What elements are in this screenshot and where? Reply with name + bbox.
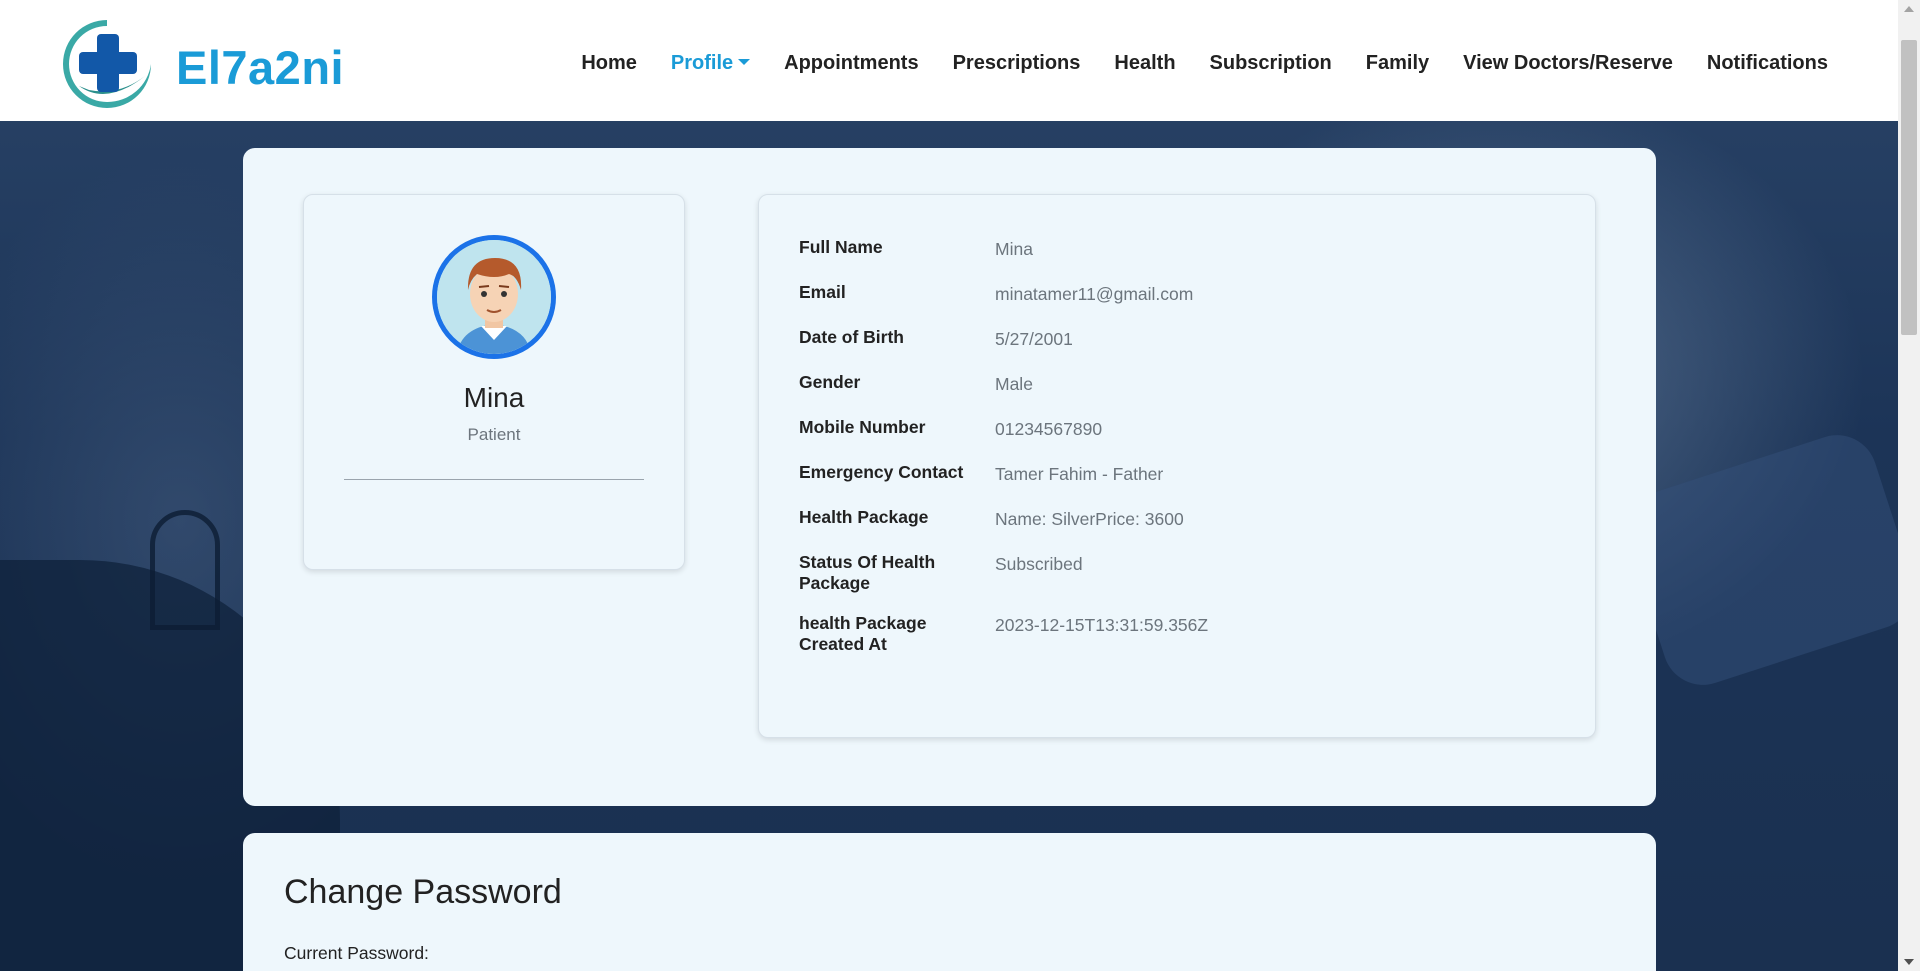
change-password-section: Change Password Current Password:: [243, 833, 1656, 971]
change-password-title: Change Password: [284, 873, 562, 911]
profile-details-card: Full Name Mina Email minatamer11@gmail.c…: [758, 194, 1596, 738]
scroll-up-icon[interactable]: [1904, 6, 1914, 12]
detail-value: Tamer Fahim - Father: [995, 464, 1164, 484]
scroll-down-icon[interactable]: [1904, 959, 1914, 965]
detail-label: Email: [799, 282, 846, 302]
background-handle-shape: [150, 510, 220, 630]
current-password-label: Current Password:: [284, 943, 429, 963]
detail-value: 01234567890: [995, 419, 1103, 439]
profile-name: Mina: [463, 382, 525, 413]
profile-role: Patient: [467, 425, 521, 444]
detail-label: Mobile Number: [799, 417, 926, 437]
scrollbar-thumb[interactable]: [1901, 40, 1917, 335]
detail-value: 5/27/2001: [995, 329, 1073, 349]
main-nav: Home Profile Appointments Prescriptions …: [581, 52, 1828, 75]
nav-appointments[interactable]: Appointments: [784, 52, 918, 75]
nav-health[interactable]: Health: [1114, 52, 1175, 75]
detail-value: minatamer11@gmail.com: [995, 284, 1194, 304]
detail-label: Full Name: [799, 237, 883, 257]
detail-label: Health Package: [799, 507, 929, 527]
detail-label: Emergency Contact: [799, 462, 964, 482]
brand-name[interactable]: El7a2ni: [176, 40, 344, 95]
detail-label: Date of Birth: [799, 327, 904, 347]
detail-value: Mina: [995, 239, 1033, 259]
detail-label: health Package Created At: [799, 613, 927, 654]
nav-profile-label: Profile: [670, 52, 734, 74]
navbar: El7a2ni Home Profile Appointments Prescr…: [0, 0, 1898, 121]
nav-prescriptions[interactable]: Prescriptions: [953, 52, 1081, 75]
nav-notifications[interactable]: Notifications: [1707, 52, 1828, 75]
profile-summary-card: Mina Patient: [303, 194, 685, 570]
divider: [344, 479, 644, 480]
nav-view-doctors[interactable]: View Doctors/Reserve: [1463, 52, 1673, 75]
male-avatar-icon: [432, 235, 556, 359]
detail-label: Status Of Health Package: [799, 552, 936, 593]
nav-family[interactable]: Family: [1366, 52, 1429, 75]
profile-section: Mina Patient Full Name Mina Email minata…: [243, 148, 1656, 806]
caret-down-icon: [738, 59, 751, 65]
detail-value: Name: SilverPrice: 3600: [995, 509, 1184, 529]
detail-value: Male: [995, 374, 1033, 394]
logo-icon[interactable]: [59, 16, 155, 112]
page-scrollbar[interactable]: [1898, 0, 1920, 971]
nav-subscription[interactable]: Subscription: [1210, 52, 1332, 75]
nav-profile-dropdown[interactable]: Profile: [670, 52, 751, 75]
detail-label: Gender: [799, 372, 861, 392]
nav-home[interactable]: Home: [581, 52, 637, 75]
detail-value: Subscribed: [995, 554, 1083, 574]
detail-value: 2023-12-15T13:31:59.356Z: [995, 615, 1209, 635]
